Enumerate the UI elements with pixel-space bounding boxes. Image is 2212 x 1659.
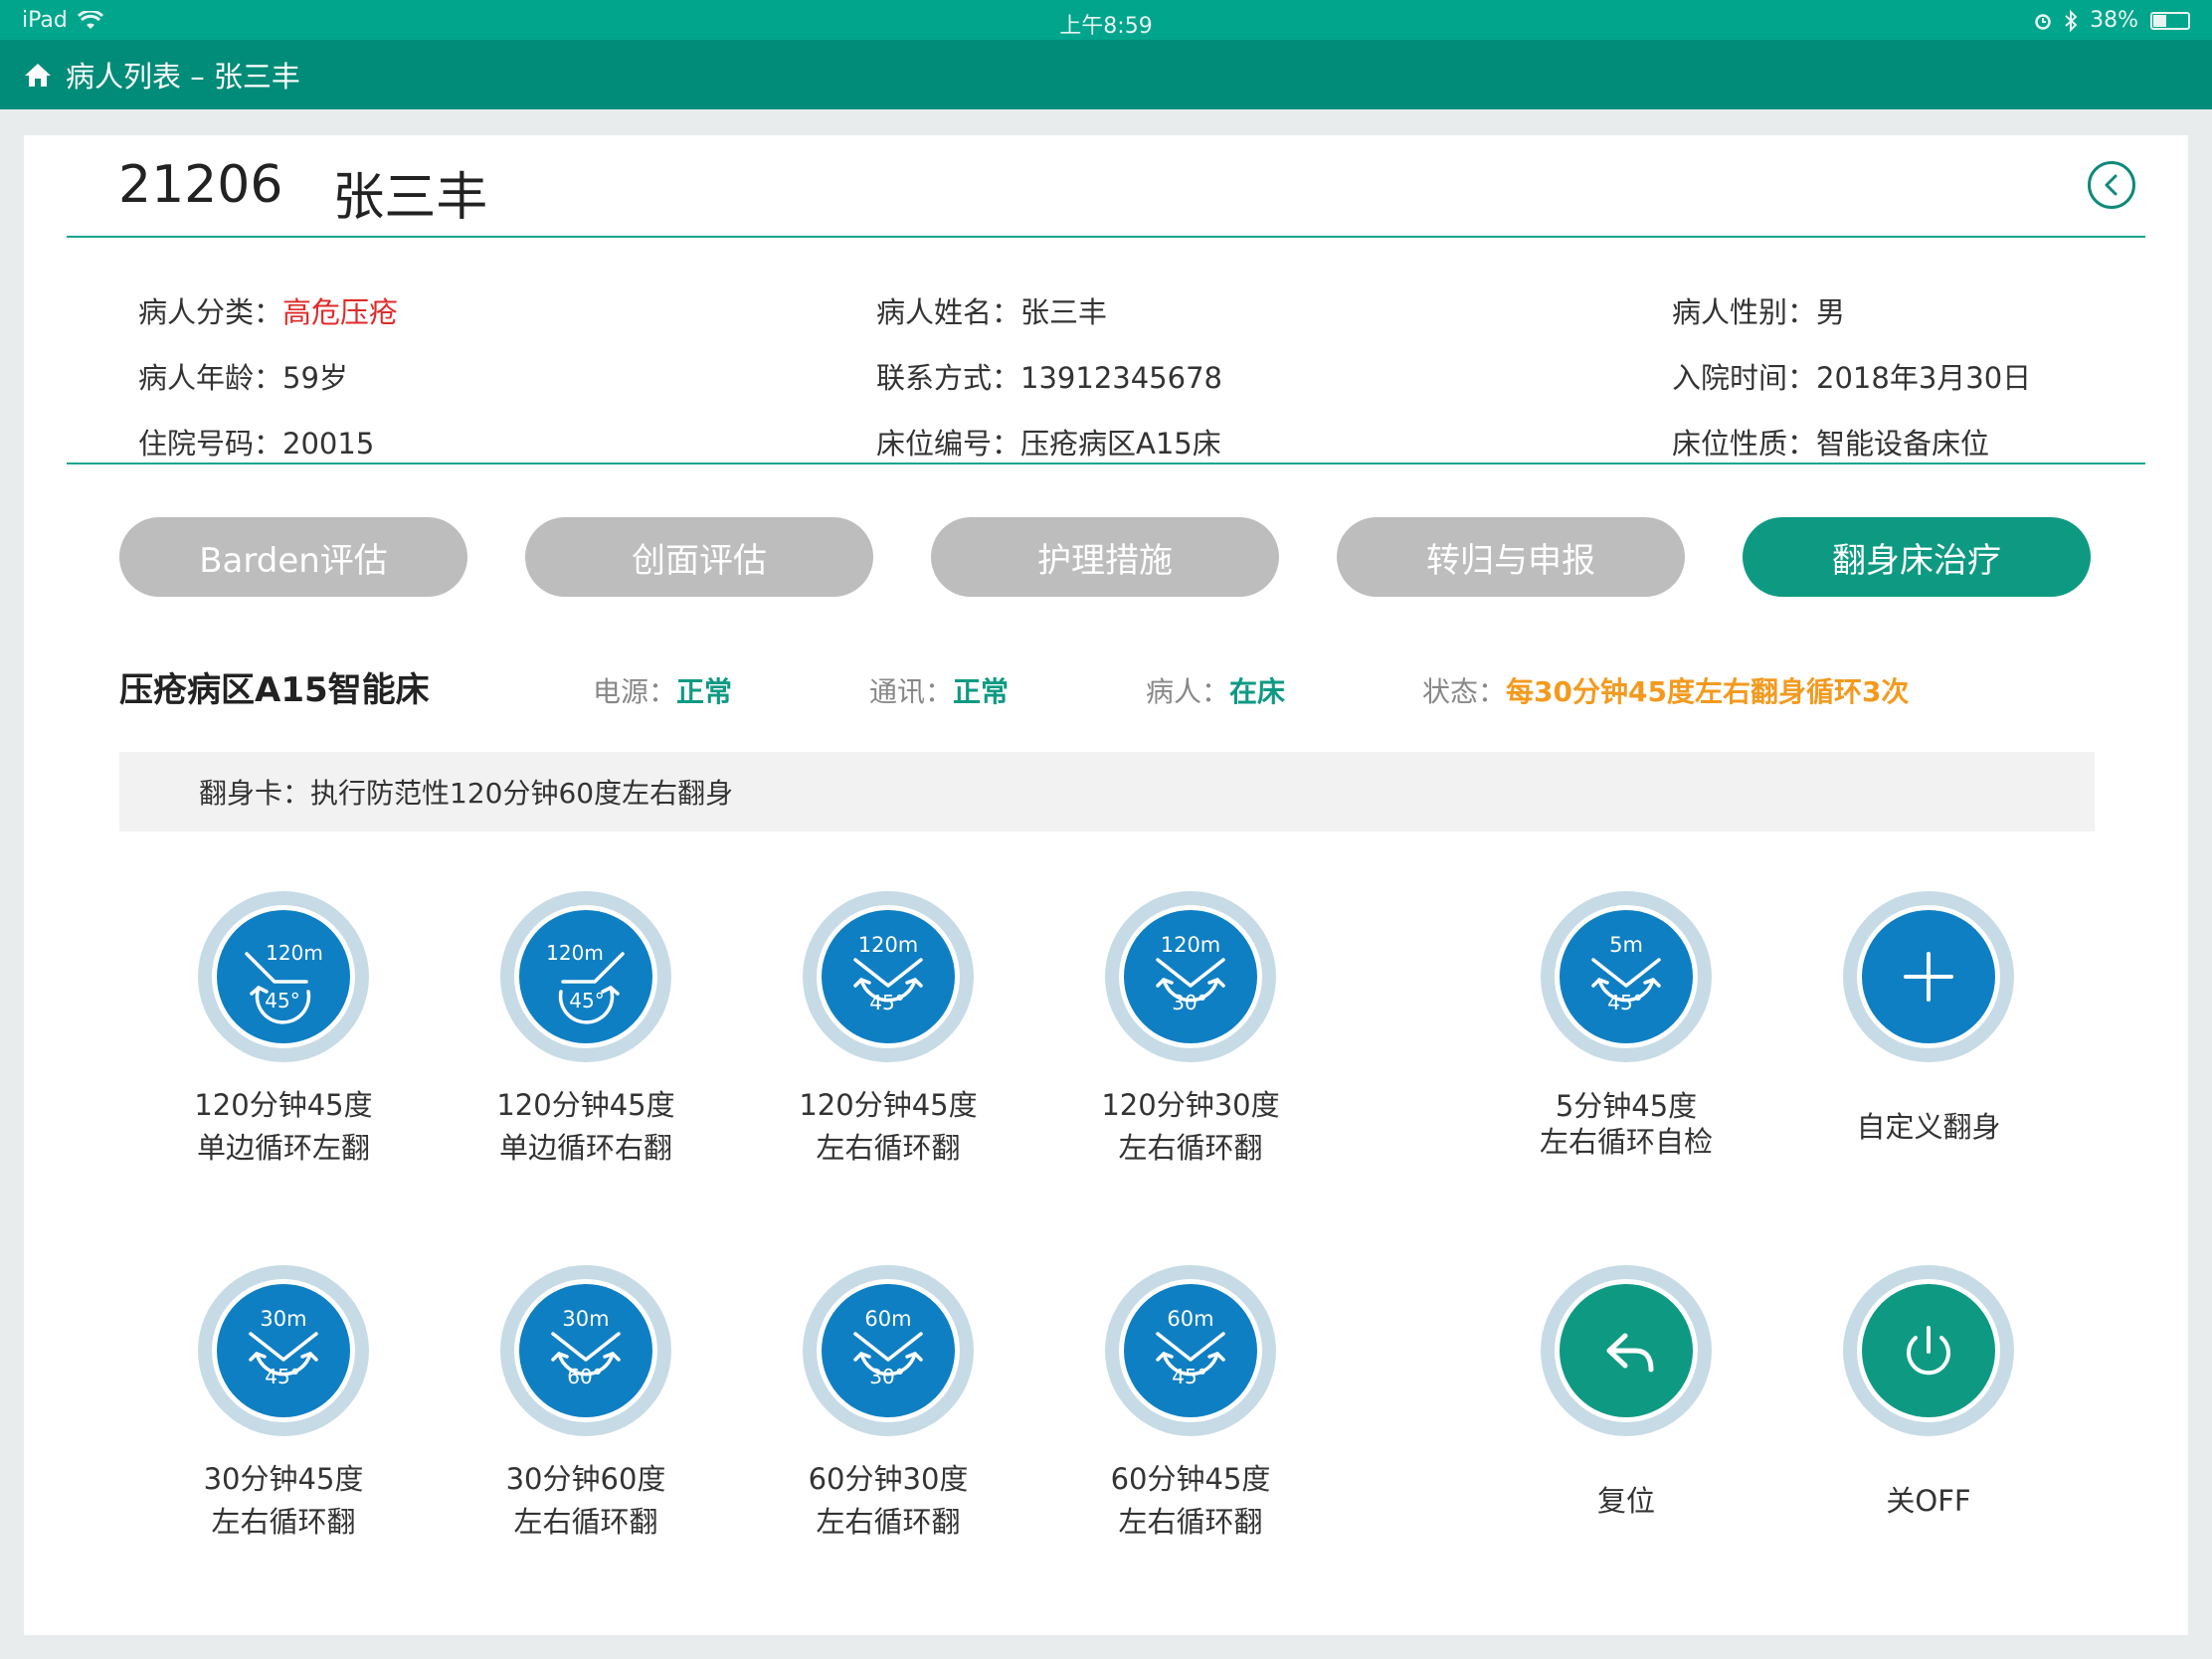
tab-outcome[interactable]: 转归与申报: [1337, 517, 1685, 597]
info-phone: 联系方式：13912345678: [876, 361, 1222, 395]
program-button[interactable]: 5m 45° 5分钟45度 左右循环自检: [1507, 891, 1746, 1160]
svg-text:120m: 120m: [266, 941, 323, 965]
svg-text:120m: 120m: [1161, 933, 1221, 957]
custom-turn-button[interactable]: 自定义翻身: [1809, 891, 2048, 1149]
power-icon: [1843, 1265, 2014, 1436]
svg-text:45°: 45°: [869, 991, 904, 1014]
run-status: 状态：每30分钟45度左右翻身循环3次: [1422, 675, 1910, 708]
clock: 上午8:59: [1059, 14, 1153, 39]
svg-text:30°: 30°: [1172, 991, 1206, 1014]
program-button[interactable]: 120m 45° 120分钟45度 单边循环左翻: [164, 891, 403, 1170]
info-age: 病人年龄：59岁: [138, 361, 348, 395]
svg-text:45°: 45°: [265, 989, 299, 1013]
svg-text:30m: 30m: [562, 1307, 609, 1331]
battery-icon: [2150, 11, 2190, 30]
device-name: 压疮病区A15智能床: [119, 670, 430, 710]
program-icon: 60m 30°: [803, 1265, 974, 1436]
tab-turning-bed[interactable]: 翻身床治疗: [1743, 517, 2091, 597]
reset-button[interactable]: 复位: [1507, 1265, 1746, 1523]
svg-text:45°: 45°: [1172, 1365, 1206, 1388]
chevron-left-icon: [2105, 174, 2118, 196]
svg-text:45°: 45°: [1607, 991, 1642, 1014]
svg-text:45°: 45°: [265, 1365, 299, 1388]
patient-card: 21206 张三丰 病人分类：高危压疮 病人姓名：张三丰 病人性别：男 病人年龄…: [24, 135, 2188, 1635]
program-icon: 120m 30°: [1105, 891, 1276, 1062]
program-button[interactable]: 30m 45° 30分钟45度 左右循环翻: [164, 1265, 403, 1544]
tab-wound[interactable]: 创面评估: [525, 517, 873, 597]
patient-status: 病人：在床: [1146, 675, 1286, 708]
patient-name-title: 张三丰: [332, 168, 488, 228]
svg-text:5m: 5m: [1609, 933, 1643, 957]
battery-percent: 38%: [2090, 8, 2138, 33]
info-bed-type: 床位性质：智能设备床位: [1672, 427, 1990, 461]
svg-text:30°: 30°: [869, 1365, 904, 1388]
program-button[interactable]: 60m 45° 60分钟45度 左右循环翻: [1071, 1265, 1310, 1544]
tab-nursing[interactable]: 护理措施: [931, 517, 1279, 597]
turn-card-label: 翻身卡：: [199, 777, 311, 810]
program-icon: 60m 45°: [1105, 1265, 1276, 1436]
back-button[interactable]: [2088, 161, 2135, 209]
info-row: 病人年龄：59岁 联系方式：13912345678 入院时间：2018年3月30…: [67, 355, 2145, 395]
info-admission-date: 入院时间：2018年3月30日: [1672, 361, 2032, 395]
svg-text:60°: 60°: [567, 1365, 602, 1388]
info-category: 病人分类：高危压疮: [138, 295, 399, 329]
svg-text:120m: 120m: [546, 941, 604, 965]
nav-bar: 病人列表 – 张三丰: [0, 40, 2212, 109]
bed-number: 21206: [118, 155, 283, 215]
svg-text:30m: 30m: [260, 1307, 306, 1331]
program-icon: 30m 45°: [198, 1265, 369, 1436]
turn-card: 翻身卡： 执行防范性120分钟60度左右翻身: [119, 752, 2095, 831]
power-off-button[interactable]: 关OFF: [1809, 1265, 2048, 1523]
program-icon: 30m 60°: [500, 1265, 671, 1436]
breadcrumb[interactable]: 病人列表 – 张三丰: [66, 54, 300, 95]
program-icon: 120m 45°: [803, 891, 974, 1062]
info-name: 病人姓名：张三丰: [876, 295, 1108, 329]
svg-text:60m: 60m: [1167, 1307, 1213, 1331]
svg-text:60m: 60m: [864, 1307, 911, 1331]
tab-bar: Barden评估 创面评估 护理措施 转归与申报 翻身床治疗: [119, 517, 2109, 601]
program-button[interactable]: 120m 45° 120分钟45度 单边循环右翻: [466, 891, 705, 1170]
info-bed-number: 床位编号：压疮病区A15床: [876, 427, 1221, 461]
bluetooth-icon: [2065, 9, 2078, 32]
power-status: 电源：正常: [593, 675, 733, 708]
program-icon: 5m 45°: [1541, 891, 1712, 1062]
program-button[interactable]: 120m 30° 120分钟30度 左右循环翻: [1071, 891, 1310, 1170]
program-button[interactable]: 120m 45° 120分钟45度 左右循环翻: [769, 891, 1008, 1170]
turn-card-value: 执行防范性120分钟60度左右翻身: [310, 777, 734, 810]
patient-info: 病人分类：高危压疮 病人姓名：张三丰 病人性别：男 病人年龄：59岁 联系方式：…: [67, 240, 2145, 464]
program-icon: 120m 45°: [198, 891, 369, 1062]
svg-text:120m: 120m: [858, 933, 919, 957]
patient-header: 21206 张三丰: [67, 135, 2145, 238]
undo-icon: [1541, 1265, 1712, 1436]
info-hospital-number: 住院号码：20015: [138, 427, 375, 461]
program-button[interactable]: 60m 30° 60分钟30度 左右循环翻: [769, 1265, 1008, 1544]
info-row: 病人分类：高危压疮 病人姓名：张三丰 病人性别：男: [67, 289, 2145, 329]
comm-status: 通讯：正常: [869, 675, 1010, 708]
plus-icon: [1843, 891, 2014, 1062]
device-status: 压疮病区A15智能床 电源：正常 通讯：正常 病人：在床 状态：每30分钟45度…: [119, 662, 2109, 712]
svg-text:45°: 45°: [569, 989, 604, 1013]
program-icon: 120m 45°: [500, 891, 671, 1062]
alarm-icon: [2035, 13, 2051, 30]
status-bar: iPad 上午8:59 38%: [0, 0, 2212, 40]
info-row: 住院号码：20015 床位编号：压疮病区A15床 床位性质：智能设备床位: [67, 421, 2145, 461]
tab-barden[interactable]: Barden评估: [119, 517, 467, 597]
home-icon[interactable]: [24, 62, 52, 88]
info-gender: 病人性别：男: [1672, 295, 1846, 329]
program-button[interactable]: 30m 60° 30分钟60度 左右循环翻: [466, 1265, 705, 1544]
